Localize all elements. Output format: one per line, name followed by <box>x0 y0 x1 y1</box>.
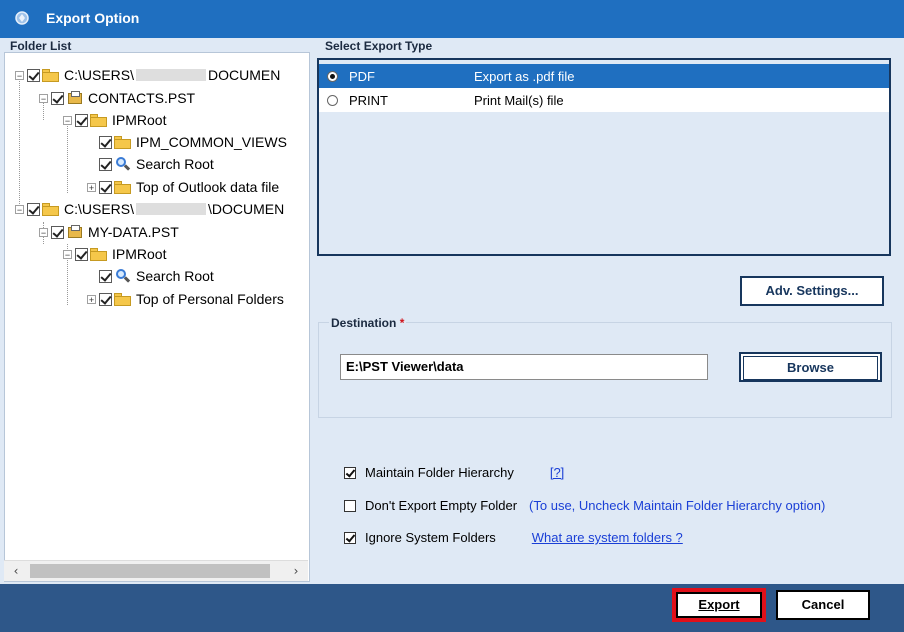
export-option-name: PRINT <box>349 92 388 108</box>
collapse-icon[interactable]: − <box>39 93 48 103</box>
checkbox-checked-icon[interactable] <box>51 225 64 239</box>
tree-item-contacts-pst[interactable]: − CONTACTS.PST <box>39 87 195 109</box>
checkbox-checked-icon[interactable] <box>75 247 88 261</box>
tree-item-label: Search Root <box>136 268 214 284</box>
dont-export-empty-label: Don't Export Empty Folder <box>365 498 518 513</box>
window-title: Export Option <box>46 10 140 26</box>
dont-export-empty-option[interactable]: Don't Export Empty Folder (To use, Unche… <box>344 498 825 513</box>
folder-open-icon <box>42 68 60 82</box>
folder-icon <box>90 247 108 261</box>
cancel-button[interactable]: Cancel <box>776 590 870 620</box>
tree-item-user-documents-2[interactable]: − C:\USERS\ \DOCUMEN <box>15 198 284 220</box>
scroll-right-icon[interactable]: › <box>288 563 304 579</box>
checkbox-checked-icon[interactable] <box>27 202 40 216</box>
tree-item-label: C:\USERS\ <box>64 67 135 83</box>
tree-item-label: IPM_COMMON_VIEWS <box>136 134 287 150</box>
checkbox-checked-icon[interactable] <box>51 91 64 105</box>
hierarchy-help-link[interactable]: [?] <box>550 465 564 480</box>
ignore-system-option[interactable]: Ignore System Folders What are system fo… <box>344 530 683 545</box>
dont-export-empty-hint: (To use, Uncheck Maintain Folder Hierarc… <box>529 498 826 513</box>
required-mark: * <box>399 316 405 330</box>
collapse-icon[interactable]: − <box>15 204 24 214</box>
checkbox-checked-icon[interactable] <box>99 157 112 171</box>
checkbox-unchecked-icon[interactable] <box>344 499 356 512</box>
system-folders-help-link[interactable]: What are system folders ? <box>532 530 683 545</box>
checkbox-checked-icon[interactable] <box>75 113 88 127</box>
folder-list-label: Folder List <box>10 39 72 53</box>
checkbox-checked-icon[interactable] <box>99 135 112 149</box>
adv-settings-button[interactable]: Adv. Settings... <box>740 276 884 306</box>
destination-label: Destination * <box>329 316 407 330</box>
folder-icon <box>90 113 108 127</box>
tree-item-label: IPMRoot <box>112 112 167 128</box>
redacted-username <box>136 203 207 215</box>
tree-item-label: C:\USERS\ <box>64 201 135 217</box>
title-bar: Export Option <box>0 0 904 38</box>
folder-icon <box>114 135 132 149</box>
tree-item-label: IPMRoot <box>112 246 167 262</box>
checkbox-checked-icon[interactable] <box>27 68 40 82</box>
tree-item-label: CONTACTS.PST <box>88 90 196 106</box>
browse-button[interactable]: Browse <box>739 352 882 382</box>
tree-item-search-root-1[interactable]: Search Root <box>99 153 214 175</box>
expand-icon[interactable]: + <box>87 294 96 304</box>
scroll-left-icon[interactable]: ‹ <box>8 563 24 579</box>
folder-icon <box>114 180 132 194</box>
tree-item-ipmroot-2[interactable]: − IPMRoot <box>63 243 166 265</box>
search-icon <box>114 269 132 283</box>
export-option-print[interactable]: PRINT Print Mail(s) file <box>319 88 889 112</box>
search-icon <box>114 157 132 171</box>
checkbox-checked-icon[interactable] <box>344 531 356 544</box>
export-option-desc: Export as .pdf file <box>474 68 575 84</box>
maintain-hierarchy-label: Maintain Folder Hierarchy <box>365 465 514 480</box>
radio-selected-icon[interactable] <box>327 70 338 82</box>
destination-path-input[interactable]: E:\PST Viewer\data <box>340 354 708 380</box>
tree-item-label: Top of Personal Folders <box>136 291 284 307</box>
export-option-name: PDF <box>349 68 375 84</box>
tree-item-label: MY-DATA.PST <box>88 224 179 240</box>
ignore-system-label: Ignore System Folders <box>365 530 496 545</box>
collapse-icon[interactable]: − <box>39 227 48 237</box>
checkbox-checked-icon[interactable] <box>99 269 112 283</box>
collapse-icon[interactable]: − <box>15 70 24 80</box>
checkbox-checked-icon[interactable] <box>99 180 112 194</box>
checkbox-checked-icon[interactable] <box>99 292 112 306</box>
tree-item-user-documents-1[interactable]: − C:\USERS\ DOCUMEN <box>15 64 280 86</box>
collapse-icon[interactable]: − <box>63 249 72 259</box>
tree-item-label: Search Root <box>136 156 214 172</box>
tree-item-label: Top of Outlook data file <box>136 179 280 195</box>
destination-label-text: Destination <box>331 316 397 330</box>
export-type-list: PDF Export as .pdf file PRINT Print Mail… <box>317 58 891 256</box>
folder-open-icon <box>42 202 60 216</box>
pst-file-icon <box>66 225 84 239</box>
redacted-username <box>136 69 207 81</box>
tree-item-search-root-2[interactable]: Search Root <box>99 265 214 287</box>
export-button[interactable]: Export <box>676 592 762 618</box>
tree-item-suffix: \DOCUMEN <box>208 201 285 217</box>
browse-button-label: Browse <box>743 356 878 380</box>
pst-file-icon <box>66 91 84 105</box>
folder-icon <box>114 292 132 306</box>
radio-unselected-icon[interactable] <box>327 94 338 106</box>
app-logo-icon <box>15 11 29 25</box>
tree-item-suffix: DOCUMEN <box>208 67 281 83</box>
maintain-hierarchy-option[interactable]: Maintain Folder Hierarchy [?] <box>344 465 564 480</box>
scrollbar-thumb[interactable] <box>30 564 270 578</box>
collapse-icon[interactable]: − <box>63 115 72 125</box>
tree-item-ipmroot-1[interactable]: − IPMRoot <box>63 109 166 131</box>
checkbox-checked-icon[interactable] <box>344 466 356 479</box>
footer-bar <box>0 584 904 632</box>
folder-tree-horizontal-scrollbar[interactable]: ‹ › <box>4 560 308 581</box>
export-option-pdf[interactable]: PDF Export as .pdf file <box>319 64 889 88</box>
folder-tree[interactable]: − C:\USERS\ DOCUMEN − CONTACTS.PST − IPMR… <box>4 52 310 582</box>
expand-icon[interactable]: + <box>87 182 96 192</box>
export-type-label: Select Export Type <box>325 39 433 53</box>
tree-item-top-personal[interactable]: + Top of Personal Folders <box>87 288 284 310</box>
export-option-dialog: Export Option Folder List − C:\USERS\ DOC… <box>0 0 904 632</box>
export-option-desc: Print Mail(s) file <box>474 92 564 108</box>
tree-item-my-data-pst[interactable]: − MY-DATA.PST <box>39 221 179 243</box>
tree-item-top-outlook[interactable]: + Top of Outlook data file <box>87 176 279 198</box>
tree-item-ipm-common-views[interactable]: IPM_COMMON_VIEWS <box>99 131 287 153</box>
